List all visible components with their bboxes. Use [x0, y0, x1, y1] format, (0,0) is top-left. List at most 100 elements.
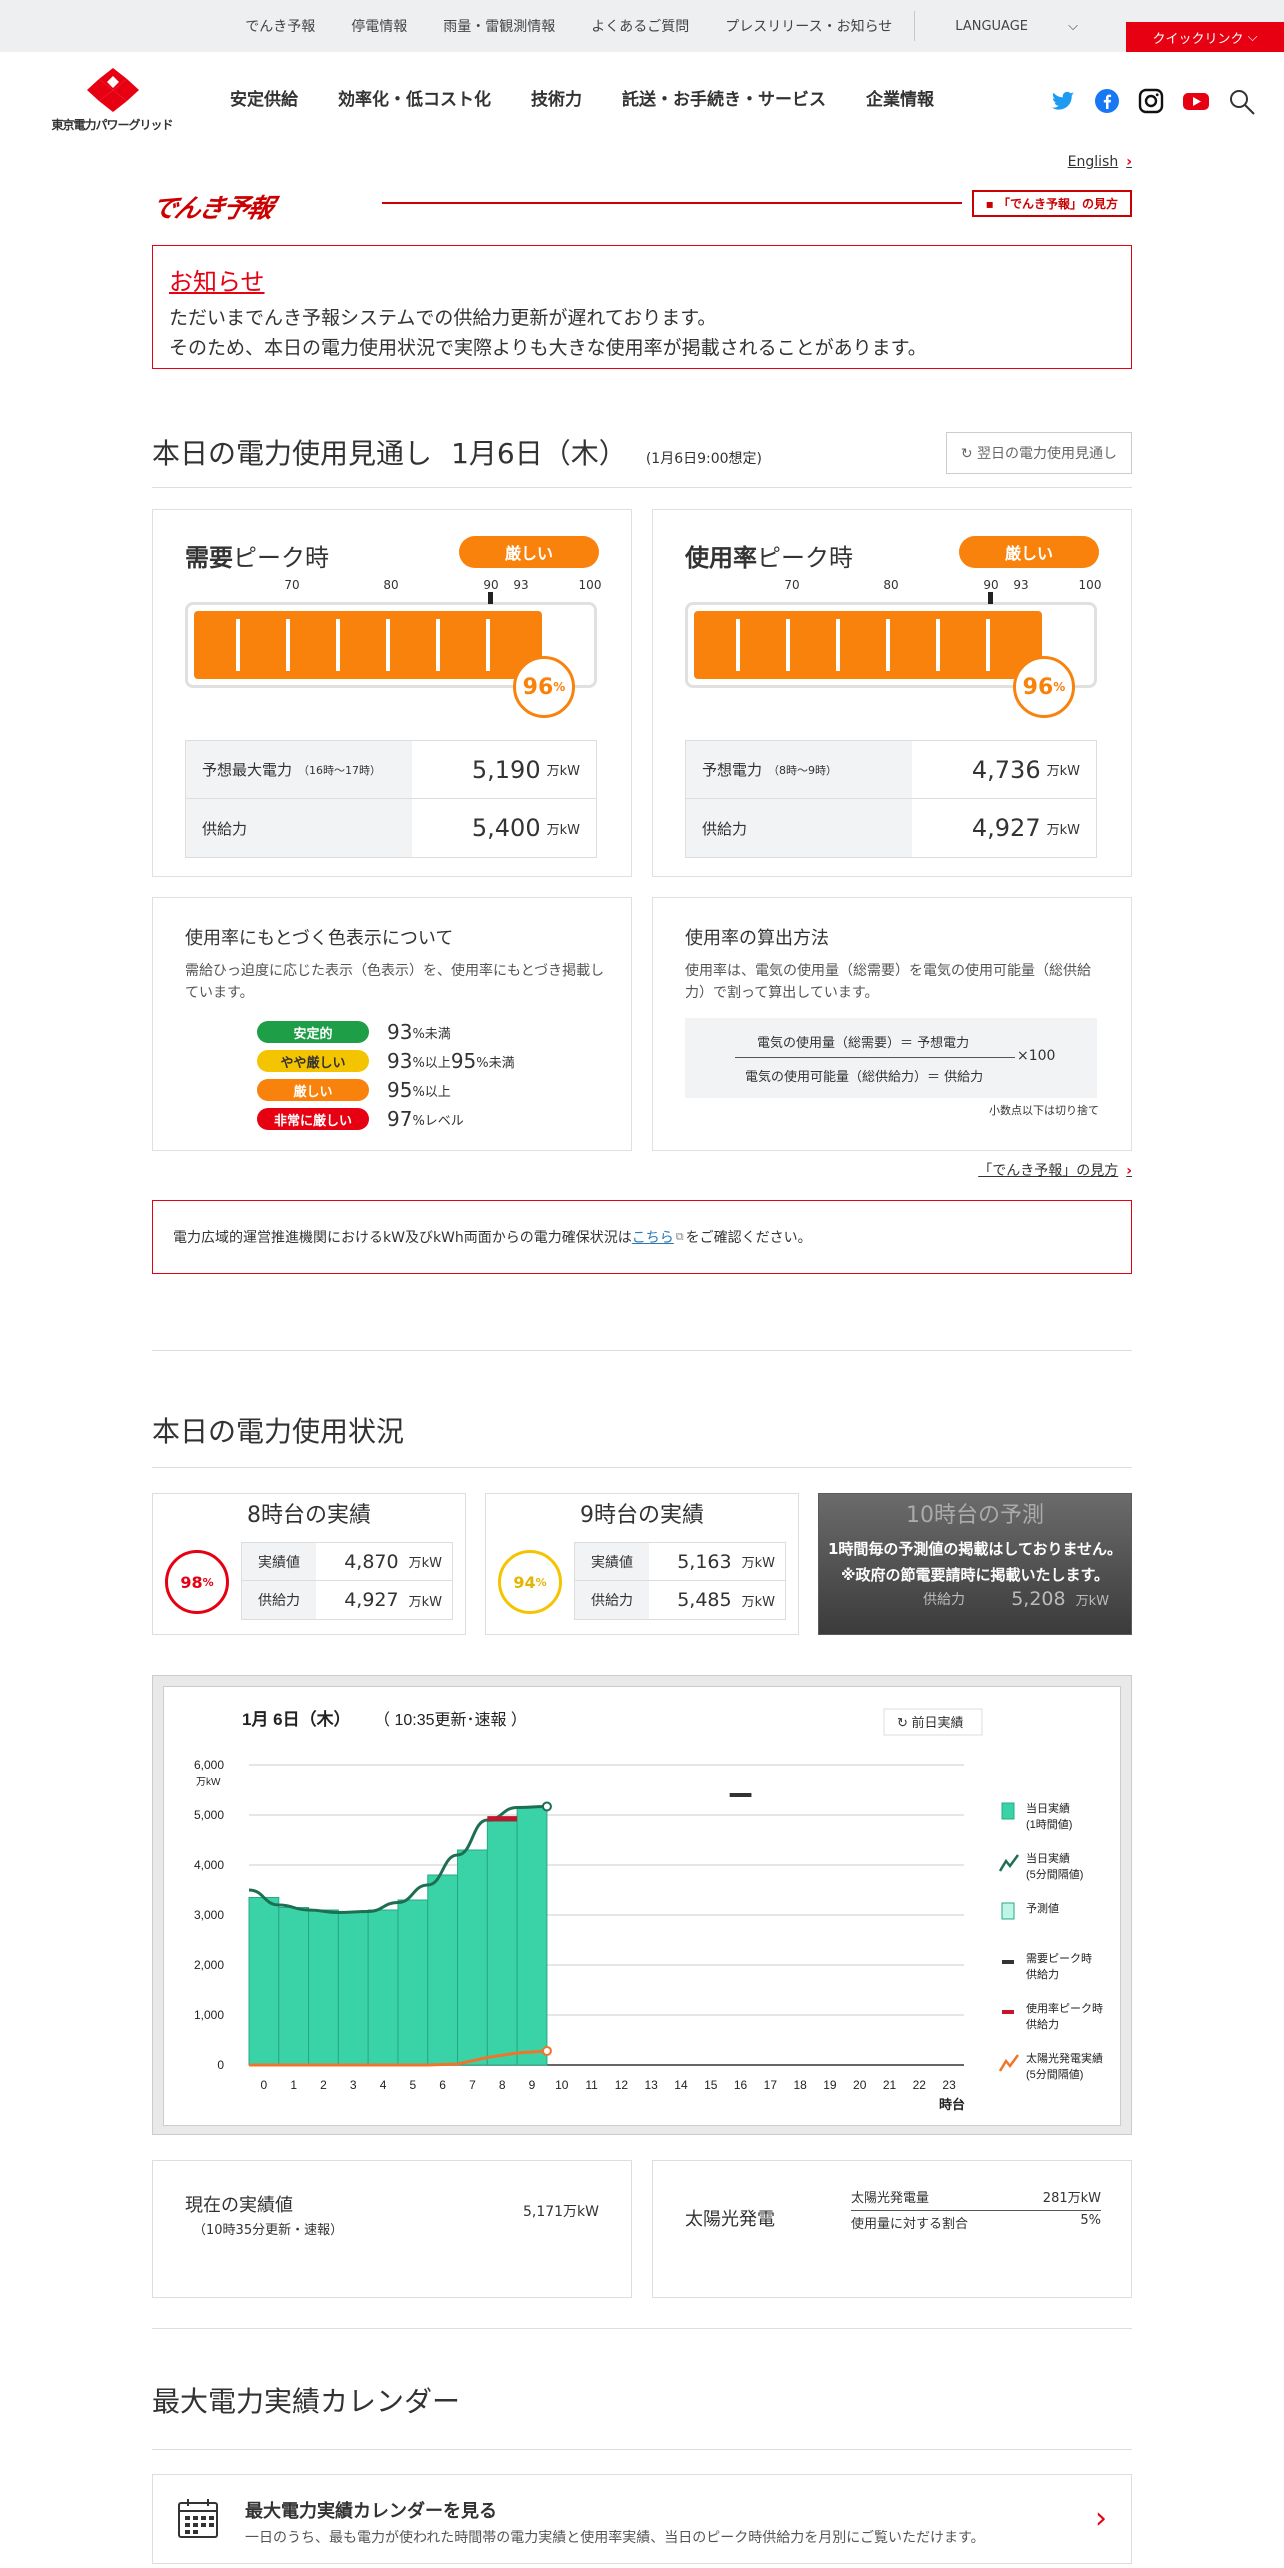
- card-title: 使用率ピーク時: [685, 538, 853, 573]
- legend-label: 太陽光発電実績: [1026, 2051, 1103, 2065]
- nav-stable-supply[interactable]: 安定供給: [230, 85, 298, 110]
- unit: 万kW: [1046, 822, 1080, 838]
- search-icon[interactable]: [1228, 88, 1256, 116]
- formula-note: 小数点以下は切り捨て: [989, 1104, 1099, 1117]
- demand-peak-card: 需要ピーク時 厳しい 70 80 90 93 100 96% 予想最大電力 （16…: [152, 509, 632, 877]
- row-value: 5%: [1080, 2213, 1101, 2228]
- nav-efficiency[interactable]: 効率化・低コスト化: [338, 85, 491, 110]
- legend-pill: やや厳しい: [257, 1050, 369, 1072]
- card-title: 需要ピーク時: [185, 538, 329, 573]
- legend-row: 非常に厳しい 97 %レベル: [257, 1107, 464, 1131]
- y-tick-label: 5,000: [194, 1808, 224, 1822]
- row-label: 供給力: [702, 819, 748, 838]
- next-day-forecast-button[interactable]: ↻ 翌日の電力使用見通し: [945, 432, 1132, 474]
- divider: [382, 202, 962, 204]
- x-tick-label: 0: [261, 2078, 268, 2092]
- calendar-link-card[interactable]: 最大電力実績カレンダーを見る 一日のうち、最も電力が使われた時間帯の電力実績と使…: [152, 2474, 1132, 2564]
- legend-swatch: [1002, 2010, 1014, 2014]
- card-title: 使用率にもとづく色表示について: [185, 928, 454, 949]
- usage-percent: 96%: [513, 656, 575, 718]
- bar: [397, 1899, 429, 2066]
- row-label: 供給力: [242, 1581, 316, 1619]
- notice-box: お知らせ ただいまでんき予報システムでの供給力更新が遅れております。 そのため、…: [152, 245, 1132, 369]
- bar: [367, 1909, 399, 2066]
- howto-link-button[interactable]: ▪ 「でんき予報」の見方: [971, 190, 1132, 217]
- scale-label: 70: [284, 578, 300, 592]
- external-link-icon: ⧉: [675, 1230, 684, 1243]
- calendar-link-desc: 一日のうち、最も電力が使われた時間帯の電力実績と使用率実績、当日のピーク時供給力…: [245, 2530, 985, 2546]
- legend-pill: 安定的: [257, 1021, 369, 1043]
- row-label: 太陽光発電量: [851, 2191, 930, 2206]
- top-link-press[interactable]: プレスリリース・お知らせ: [707, 16, 910, 36]
- percent-value: 98: [180, 1572, 203, 1592]
- top-link-rain[interactable]: 雨量・雷観測情報: [425, 16, 573, 36]
- site-header: 東京電力パワーグリッド 安定供給 効率化・低コスト化 技術力 託送・お手続き・サ…: [0, 52, 1284, 152]
- notice-title[interactable]: お知らせ: [169, 262, 1115, 297]
- scale-label: 100: [578, 578, 602, 592]
- language-menu[interactable]: LANGUAGE ⌵: [919, 19, 1114, 34]
- facebook-icon[interactable]: [1094, 88, 1120, 114]
- gauge-tick: [286, 619, 290, 671]
- gauge-tick: [436, 619, 440, 671]
- legend-swatch: [1001, 1902, 1015, 1920]
- y-tick-label: 1,000: [194, 2008, 224, 2022]
- row-value: 4,736: [971, 755, 1041, 784]
- nav-company[interactable]: 企業情報: [866, 85, 934, 110]
- legend-unit: %レベル: [412, 1113, 464, 1129]
- forecast-table: 予想最大電力 （16時～17時） 5,190 万kW 供給力 5,400 万kW: [185, 740, 597, 858]
- divider: [152, 2328, 1132, 2329]
- legend-unit: %以上: [412, 1055, 451, 1071]
- gauge-tick: [486, 619, 490, 671]
- gauge-tick: [786, 619, 790, 671]
- gauge-tick: [386, 619, 390, 671]
- company-logo[interactable]: 東京電力パワーグリッド: [50, 68, 174, 132]
- top-links: でんき予報 停電情報 雨量・雷観測情報 よくあるご質問 プレスリリース・お知らせ…: [227, 0, 1114, 52]
- x-tick-label: 20: [853, 2078, 867, 2092]
- calendar-header: 最大電力実績カレンダー: [152, 2380, 1132, 2450]
- bar: [486, 1821, 518, 2066]
- howto-link[interactable]: 「でんき予報」の見方 ›: [978, 1160, 1132, 1180]
- y-unit-label: 万kW: [196, 1777, 221, 1788]
- hourly-actual-card: 8時台の実績 98% 実績値 4,870 万kW 供給力 4,927 万kW: [152, 1493, 466, 1635]
- language-label: LANGUAGE: [955, 18, 1028, 34]
- legend-pill: 非常に厳しい: [257, 1108, 369, 1130]
- x-tick-label: 23: [942, 2078, 956, 2092]
- nav-technology[interactable]: 技術力: [531, 85, 582, 110]
- formula-multiplier: ×100: [1017, 1048, 1056, 1064]
- row-label: 実績値: [575, 1543, 649, 1580]
- notice-line: そのため、本日の電力使用状況で実際よりも大きな使用率が掲載されることがあります。: [169, 337, 927, 359]
- forecast-assumption: (1月6日9:00想定): [645, 451, 763, 467]
- youtube-icon[interactable]: [1182, 88, 1210, 114]
- quick-link-button[interactable]: クイックリンク ⌵: [1126, 22, 1284, 52]
- bar: [337, 1912, 369, 2066]
- mini-table: 実績値 4,870 万kW 供給力 4,927 万kW: [241, 1542, 453, 1620]
- x-tick-label: 3: [350, 2078, 357, 2092]
- top-link-faq[interactable]: よくあるご質問: [573, 16, 707, 36]
- scale-label: 70: [784, 578, 800, 592]
- card-title: 太陽光発電: [685, 2209, 775, 2230]
- bar: [278, 1907, 310, 2066]
- current-usage-header: 本日の電力使用状況: [152, 1410, 1132, 1468]
- gauge-tick: [886, 619, 890, 671]
- status-badge: 厳しい: [459, 536, 599, 568]
- logo-mark-icon: [87, 68, 139, 112]
- legend-num: 95: [387, 1078, 413, 1102]
- english-link[interactable]: English ›: [1068, 154, 1132, 170]
- top-link-denki[interactable]: でんき予報: [227, 16, 333, 36]
- section-title: 本日の電力使用状況: [152, 1415, 405, 1448]
- x-tick-label: 15: [704, 2078, 718, 2092]
- nav-services[interactable]: 託送・お手続き・サービス: [622, 85, 826, 110]
- y-tick-label: 6,000: [194, 1758, 224, 1772]
- kwh-link[interactable]: こちら: [632, 1227, 674, 1247]
- percent-value: 96: [522, 674, 554, 700]
- instagram-icon[interactable]: [1138, 88, 1164, 114]
- legend-label: 需要ピーク時: [1026, 1952, 1092, 1965]
- formula-bar: [735, 1057, 1015, 1058]
- gauge-tick: [336, 619, 340, 671]
- social-links: [1050, 88, 1256, 116]
- scale-label: 93: [1013, 578, 1029, 592]
- scale-label: 93: [513, 578, 529, 592]
- refresh-icon: ↻: [960, 446, 973, 462]
- top-link-outage[interactable]: 停電情報: [333, 16, 425, 36]
- twitter-icon[interactable]: [1050, 88, 1076, 114]
